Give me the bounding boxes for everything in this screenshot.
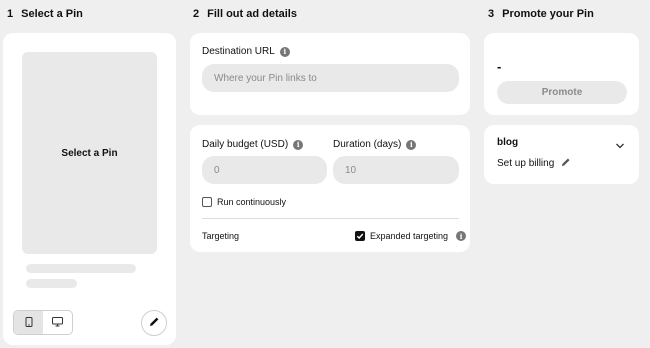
destination-url-input[interactable]: Where your Pin links to (202, 64, 459, 92)
daily-budget-input[interactable]: 0 (202, 156, 327, 184)
duration-input[interactable]: 10 (333, 156, 459, 184)
targeting-label: Targeting (202, 231, 239, 241)
run-continuously-row[interactable]: Run continuously (202, 197, 286, 207)
pin-preview-panel: Select a Pin (3, 33, 176, 345)
step-1-header: 1 Select a Pin (7, 8, 83, 20)
desktop-preview-button[interactable] (43, 311, 72, 334)
destination-url-label: Destination URL i (202, 46, 290, 57)
expanded-targeting-checkbox[interactable] (355, 231, 365, 241)
destination-url-placeholder: Where your Pin links to (214, 72, 317, 84)
mobile-preview-button[interactable] (14, 311, 43, 334)
step-3-header: 3 Promote your Pin (488, 8, 594, 20)
budget-card: Daily budget (USD) i 0 Duration (days) i… (190, 125, 470, 252)
pencil-icon (149, 314, 160, 332)
duration-label-text: Duration (days) (333, 139, 402, 150)
info-icon[interactable]: i (279, 46, 290, 57)
select-pin-label: Select a Pin (61, 147, 118, 159)
mobile-icon (25, 314, 33, 332)
chevron-down-icon[interactable] (615, 137, 625, 155)
promote-button[interactable]: Promote (497, 81, 627, 104)
step-number: 2 (193, 8, 200, 20)
desktop-icon (52, 314, 63, 332)
info-icon[interactable]: i (293, 139, 304, 150)
run-continuously-checkbox[interactable] (202, 197, 212, 207)
daily-budget-label-text: Daily budget (USD) (202, 139, 289, 150)
divider (202, 218, 459, 219)
title-skeleton (26, 264, 136, 273)
step-number: 1 (7, 8, 14, 20)
info-icon[interactable]: i (406, 139, 417, 150)
step-title: Select a Pin (21, 8, 83, 20)
destination-url-label-text: Destination URL (202, 46, 275, 57)
step-number: 3 (488, 8, 495, 20)
daily-budget-label: Daily budget (USD) i (202, 139, 304, 150)
select-pin-placeholder[interactable]: Select a Pin (22, 52, 157, 254)
daily-budget-value: 0 (214, 164, 220, 176)
step-title: Promote your Pin (502, 8, 594, 20)
edit-pin-button[interactable] (141, 310, 167, 336)
promote-total: - (497, 59, 502, 74)
expanded-targeting-label: Expanded targeting (370, 231, 449, 241)
step-2-header: 2 Fill out ad details (193, 8, 297, 20)
pencil-icon (561, 157, 571, 170)
step-title: Fill out ad details (207, 8, 297, 20)
device-toggle (13, 310, 73, 335)
targeting-label-text: Targeting (202, 231, 240, 241)
billing-account-name: blog (497, 137, 519, 148)
info-icon[interactable]: i (456, 231, 467, 241)
setup-billing-link[interactable]: Set up billing (497, 157, 571, 170)
checkmark-icon (356, 233, 364, 240)
duration-label: Duration (days) i (333, 139, 417, 150)
promote-card: - Promote (484, 33, 639, 115)
subtitle-skeleton (26, 279, 77, 288)
billing-card: blog Set up billing (484, 125, 639, 184)
run-continuously-label: Run continuously (217, 197, 287, 207)
setup-billing-label: Set up billing (497, 158, 555, 169)
duration-value: 10 (345, 164, 357, 176)
destination-url-card: Destination URL i Where your Pin links t… (190, 33, 470, 115)
promote-button-label: Promote (541, 87, 583, 98)
expanded-targeting-row[interactable]: Expanded targeting i (355, 231, 467, 241)
